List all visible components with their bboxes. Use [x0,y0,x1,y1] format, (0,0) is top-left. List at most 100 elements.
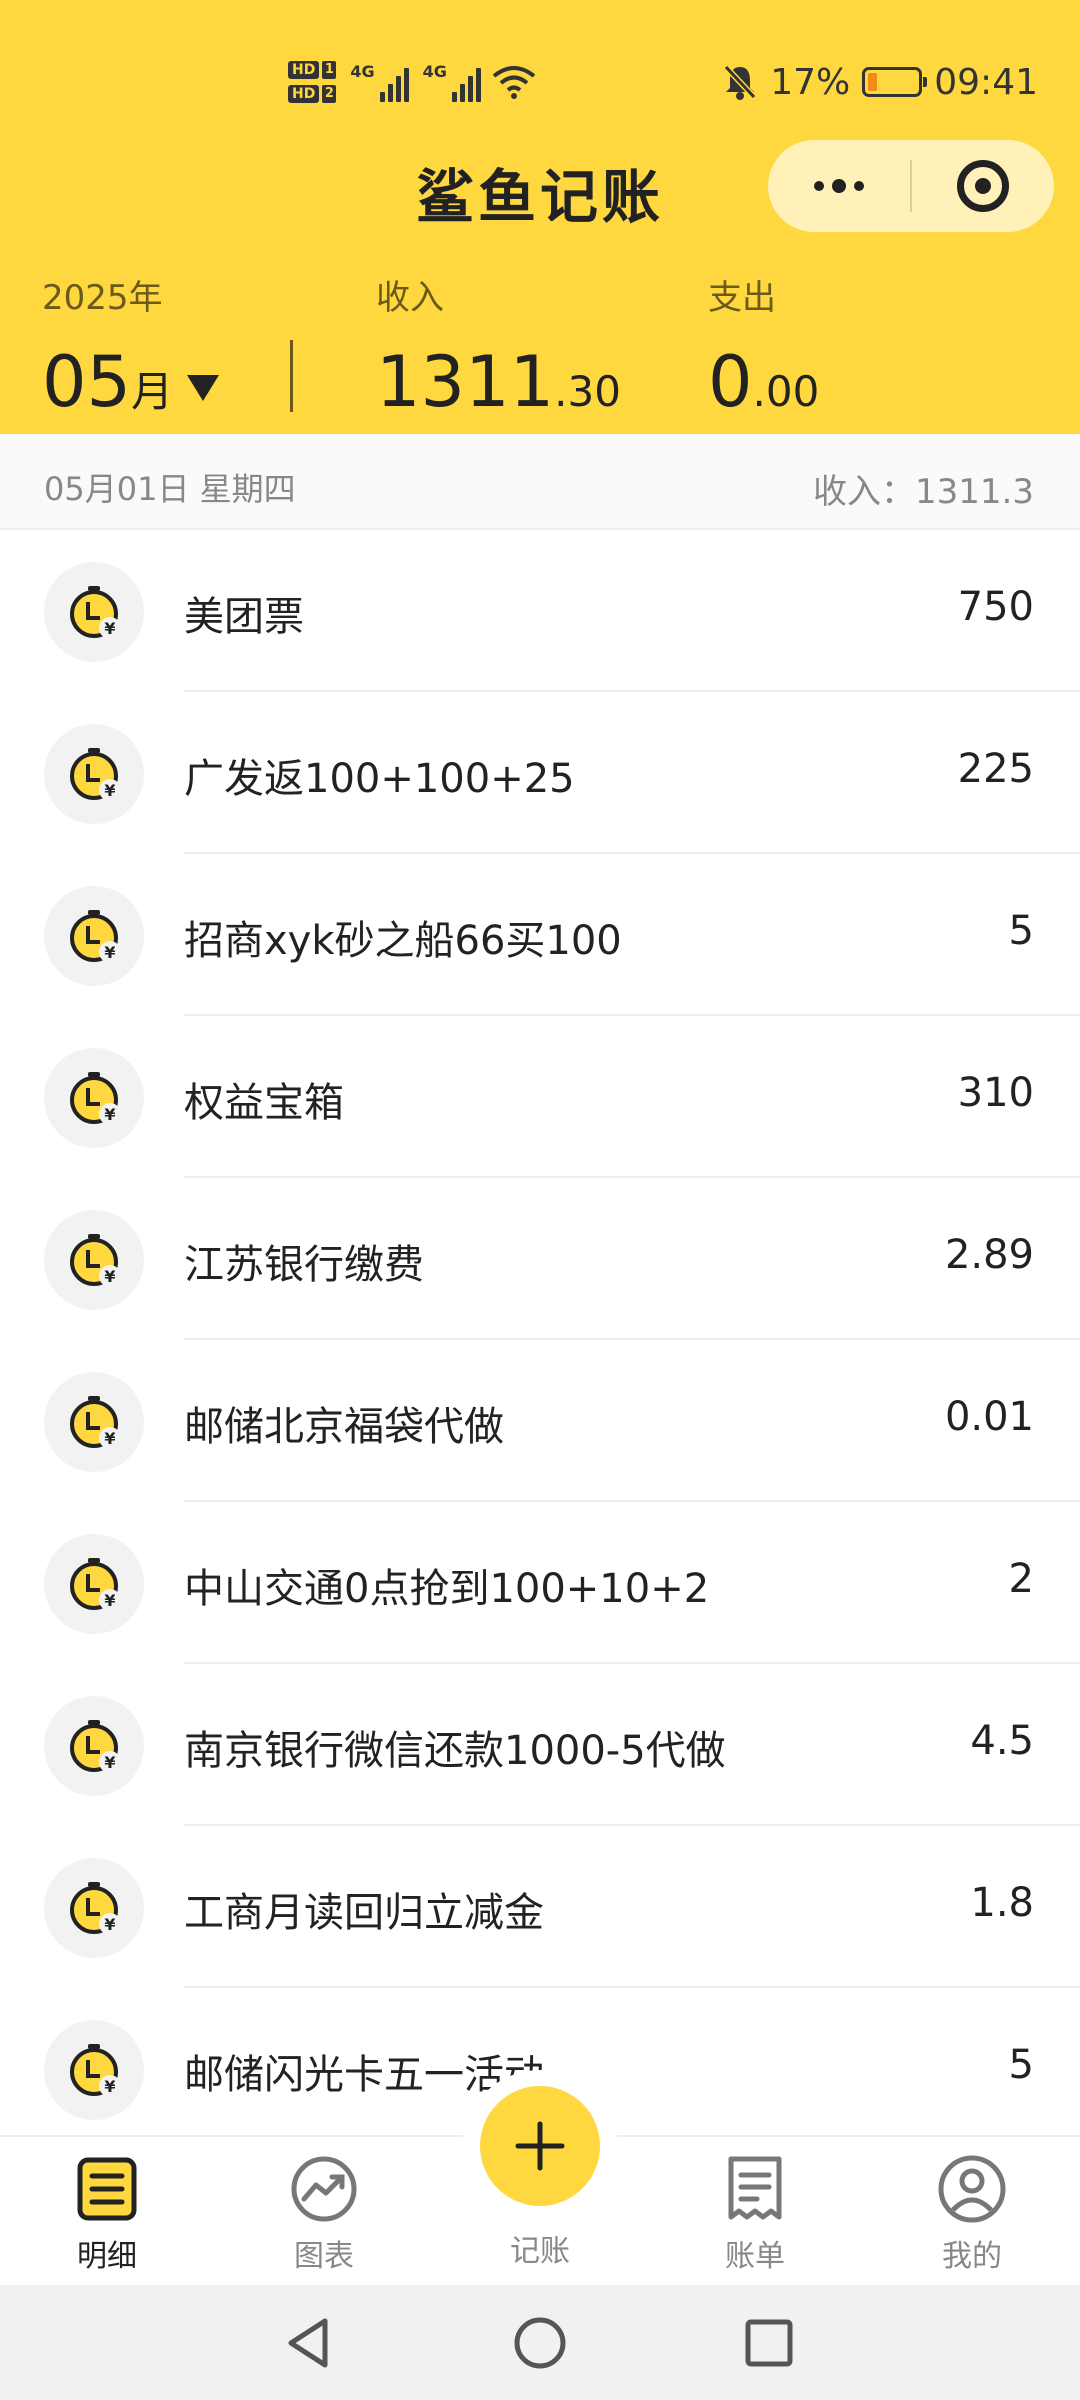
app-screen: HD 1 HD 2 4G 4G 17% 09:41 鲨鱼记账 2025年 05 … [0,0,1080,2400]
home-button[interactable] [504,2307,576,2379]
recents-square-icon [745,2319,793,2367]
tab-profile[interactable]: 我的 [902,2153,1042,2275]
tab-chart[interactable]: 图表 [254,2153,394,2275]
income-clock-yen-icon: ¥ [44,1372,144,1472]
hd-num: 1 [322,61,337,79]
record-list[interactable]: ¥ 美团票 750 ¥ 广发返100+100+25 225 ¥ 招商xyk砂之船… [0,530,1080,2135]
record-name: 美团票 [184,594,304,640]
record-amount: 5 [1008,908,1034,954]
list-icon [71,2153,143,2225]
record-amount: 2 [1008,1556,1034,1602]
expense-summary: 支出 0 .00 [708,270,819,423]
wifi-icon [492,66,536,99]
plus-icon [515,2121,565,2171]
month-value: 05 月 [42,341,220,423]
month-picker[interactable]: 2025年 05 月 [42,270,220,423]
tab-label: 账单 [725,2239,785,2274]
profile-icon [936,2153,1008,2225]
list-item[interactable]: ¥ 广发返100+100+25 225 [0,692,1080,854]
tab-label: 记账 [510,2234,570,2269]
divider [290,340,293,412]
income-clock-yen-icon: ¥ [44,2020,144,2120]
more-dots-icon [814,179,864,193]
day-income-total: 收入：1311.3 [813,472,1034,512]
list-item[interactable]: ¥ 南京银行微信还款1000-5代做 4.5 [0,1664,1080,1826]
month-summary: 2025年 05 月 收入 1311 .30 支出 0 .00 [0,270,1080,430]
record-amount: 5 [1008,2042,1034,2088]
income-summary: 收入 1311 .30 [376,270,621,423]
income-clock-yen-icon: ¥ [44,1048,144,1148]
more-button[interactable] [768,140,910,232]
list-item[interactable]: ¥ 中山交通0点抢到100+10+2 2 [0,1502,1080,1664]
recents-button[interactable] [733,2307,805,2379]
signal-icon: 4G [423,62,481,102]
record-amount: 225 [957,746,1034,792]
target-circle-icon [957,160,1009,212]
svg-text:¥: ¥ [104,943,115,962]
tab-label: 我的 [942,2239,1002,2274]
status-bar: HD 1 HD 2 4G 4G 17% 09:41 [0,52,1080,112]
battery-icon [862,67,928,97]
status-left: HD 1 HD 2 4G 4G [288,52,537,112]
income-clock-yen-icon: ¥ [44,1210,144,1310]
record-amount: 4.5 [970,1718,1034,1764]
record-name: 中山交通0点抢到100+10+2 [184,1566,710,1612]
expense-value: 0 .00 [708,341,819,423]
expense-label: 支出 [708,278,776,318]
back-button[interactable] [272,2307,344,2379]
record-amount: 310 [957,1070,1034,1116]
list-item[interactable]: ¥ 江苏银行缴费 2.89 [0,1178,1080,1340]
svg-text:¥: ¥ [104,1267,115,1286]
list-item[interactable]: ¥ 美团票 750 [0,530,1080,692]
network-type: 4G [350,62,375,81]
header: HD 1 HD 2 4G 4G 17% 09:41 鲨鱼记账 2025年 05 … [0,0,1080,434]
receipt-icon [719,2153,791,2225]
hd-badge-1: HD 1 [288,61,337,79]
battery-percent: 17% [770,61,851,103]
svg-text:¥: ¥ [104,1591,115,1610]
record-name: 邮储北京福袋代做 [184,1404,504,1450]
mini-program-capsule [768,140,1054,232]
year-label: 2025年 [42,278,163,318]
day-date: 05月01日 星期四 [44,470,296,508]
add-record-button[interactable] [480,2086,600,2206]
hd-label: HD [288,85,320,103]
svg-text:¥: ¥ [104,2077,115,2096]
income-clock-yen-icon: ¥ [44,562,144,662]
mute-bell-icon [724,64,757,100]
hd-badge-2: HD 2 [288,85,337,103]
record-amount: 750 [957,584,1034,630]
record-name: 江苏银行缴费 [184,1242,424,1288]
day-group-header: 05月01日 星期四 收入：1311.3 [0,434,1080,530]
expense-integer: 0 [708,341,753,423]
record-name: 权益宝箱 [184,1080,344,1126]
svg-text:¥: ¥ [104,1915,115,1934]
record-amount: 2.89 [944,1232,1034,1278]
month-number: 05 [42,341,132,423]
close-capsule-button[interactable] [912,140,1054,232]
system-nav-bar [0,2285,1080,2400]
svg-text:¥: ¥ [104,619,115,638]
record-amount: 0.01 [944,1394,1034,1440]
expense-decimal: .00 [752,367,820,416]
chart-icon [288,2153,360,2225]
income-decimal: .30 [554,367,621,416]
tab-label: 图表 [294,2239,354,2274]
hd-num: 2 [322,85,337,103]
income-clock-yen-icon: ¥ [44,886,144,986]
income-integer: 1311 [376,341,555,423]
tab-detail[interactable]: 明细 [37,2153,177,2275]
record-name: 工商月读回归立减金 [184,1890,544,1936]
tab-label: 明细 [77,2239,137,2274]
list-item[interactable]: ¥ 权益宝箱 310 [0,1016,1080,1178]
list-item[interactable]: ¥ 工商月读回归立减金 1.8 [0,1826,1080,1988]
svg-text:¥: ¥ [104,781,115,800]
list-item[interactable]: ¥ 招商xyk砂之船66买100 5 [0,854,1080,1016]
tab-bill[interactable]: 账单 [685,2153,825,2275]
list-item[interactable]: ¥ 邮储北京福袋代做 0.01 [0,1340,1080,1502]
hd-indicators: HD 1 HD 2 [288,61,337,103]
hd-label: HD [288,61,320,79]
dropdown-triangle-icon [187,375,220,401]
signal-icon: 4G [350,62,409,102]
record-name: 南京银行微信还款1000-5代做 [184,1728,726,1774]
